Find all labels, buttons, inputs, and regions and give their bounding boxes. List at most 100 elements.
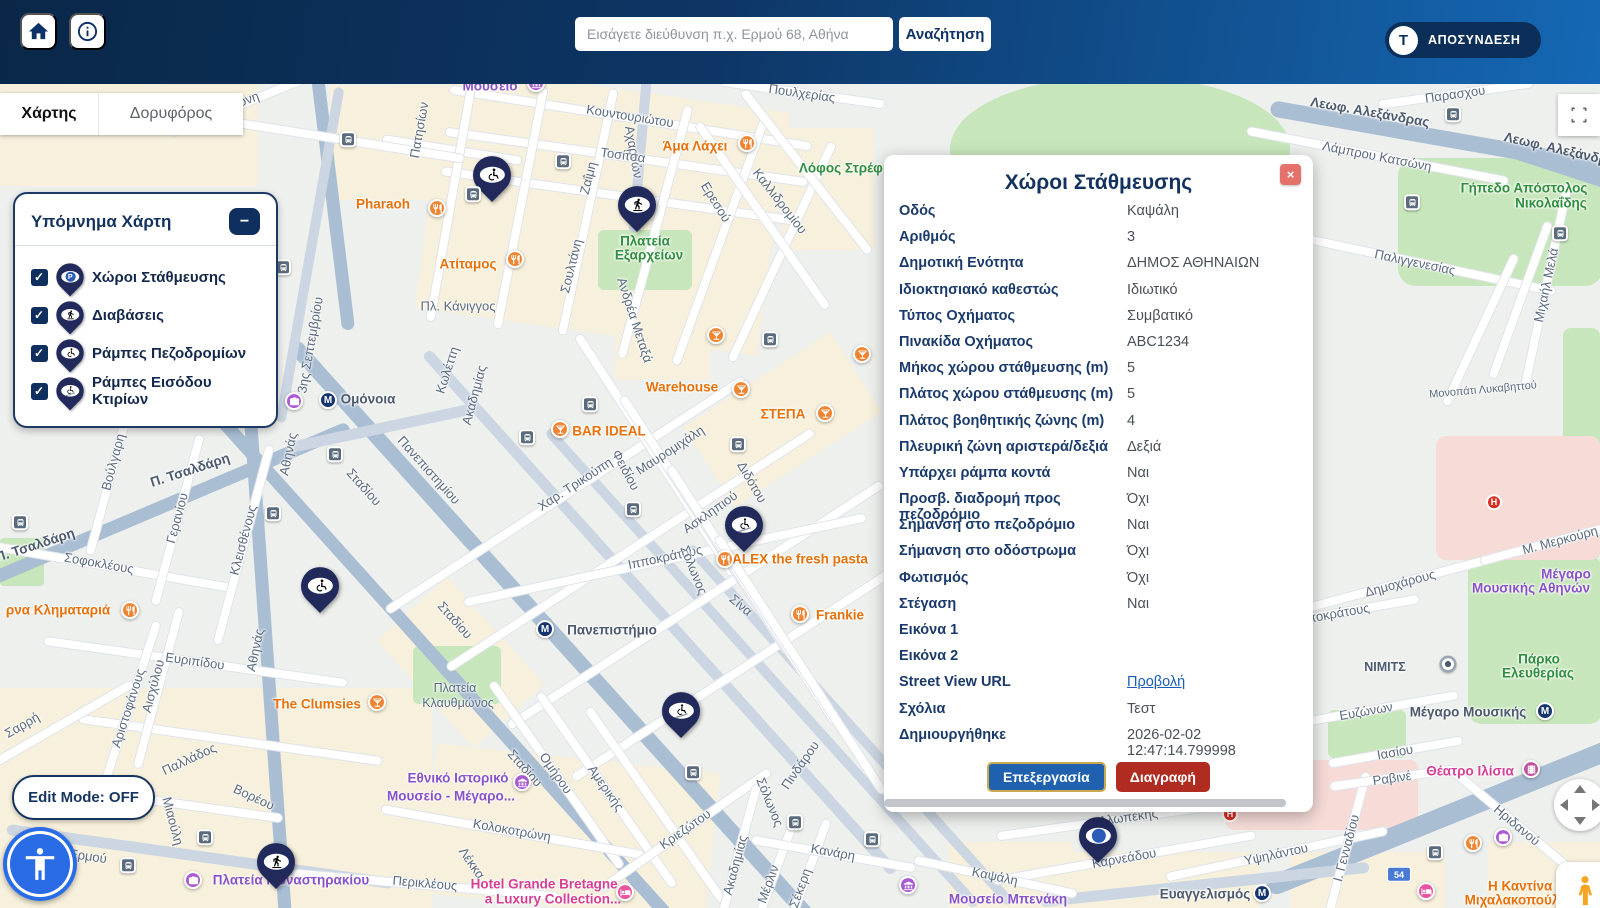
field-label: Εικόνα 1: [899, 622, 1127, 638]
map-marker-bus[interactable]: M H: [265, 505, 281, 521]
legend-collapse-button[interactable]: −: [229, 208, 260, 235]
map-marker-restaurant[interactable]: M H: [428, 199, 446, 217]
search-button[interactable]: Αναζήτηση: [899, 17, 991, 51]
map-marker-bus[interactable]: M H: [519, 429, 535, 445]
field-value: Όχι: [1127, 570, 1149, 586]
map-marker-bar[interactable]: M H: [368, 693, 386, 711]
pegman-control[interactable]: [1556, 862, 1600, 908]
map-marker-bar[interactable]: M H: [551, 420, 569, 438]
map-marker-hotel[interactable]: M H: [616, 883, 634, 901]
fullscreen-button[interactable]: [1558, 94, 1600, 136]
pin-face: [263, 853, 290, 871]
map-marker-restaurant[interactable]: M H: [791, 605, 809, 623]
map-label: Μέγαρο: [1541, 567, 1591, 582]
map-marker-bar[interactable]: M H: [707, 326, 725, 344]
map-marker-bramp[interactable]: M H: [662, 692, 700, 730]
map-marker-bus[interactable]: M H: [582, 396, 598, 412]
map-marker-metro[interactable]: M H: [536, 620, 554, 638]
map-marker-bramp[interactable]: M H: [725, 506, 763, 544]
map-marker-parking[interactable]: M H: [1079, 817, 1117, 855]
map-marker-restaurant[interactable]: M H: [1464, 834, 1482, 852]
legend-item-ramp[interactable]: P Ράμπες Πεζοδρομίων: [31, 334, 260, 372]
edit-button[interactable]: Επεξεργασία: [987, 762, 1106, 792]
bus-stop-icon: [465, 186, 481, 202]
delete-button[interactable]: Διαγραφή: [1116, 762, 1210, 792]
restaurant-icon: [791, 605, 809, 623]
map-marker-camera[interactable]: M H: [285, 392, 303, 410]
map-marker-theater[interactable]: M H: [1522, 760, 1540, 778]
map-marker-bus[interactable]: M H: [1552, 225, 1568, 241]
search-input[interactable]: [575, 17, 893, 51]
map-marker-shield[interactable]: M H 54: [1387, 867, 1411, 882]
legend-checkbox[interactable]: [31, 383, 48, 400]
home-icon: [27, 20, 50, 43]
field-label: Υπάρχει ράμπα κοντά: [899, 465, 1127, 481]
map-marker-bus[interactable]: M H: [120, 857, 136, 873]
close-button[interactable]: ×: [1280, 164, 1301, 185]
map-marker-metro[interactable]: M H: [1253, 884, 1271, 902]
accessibility-button[interactable]: [3, 827, 77, 901]
map-marker-restaurant[interactable]: M H: [738, 134, 756, 152]
map-marker-museum[interactable]: M H: [899, 876, 917, 894]
map-marker-restaurant[interactable]: M H: [121, 601, 139, 619]
popup-row: Υπάρχει ράμπα κοντά Ναι: [899, 465, 1298, 491]
field-value[interactable]: Προβολή: [1127, 674, 1185, 690]
map-marker-ramp[interactable]: M H: [301, 567, 339, 605]
map-marker-bus[interactable]: M H: [762, 331, 778, 347]
popup-row: Εικόνα 2: [899, 648, 1298, 674]
map-marker-museum[interactable]: M H: [513, 773, 531, 791]
map-marker-bus[interactable]: M H: [465, 186, 481, 202]
map-marker-bar[interactable]: M H: [732, 380, 750, 398]
field-label: Σχόλια: [899, 701, 1127, 717]
map-marker-bus[interactable]: M H: [555, 153, 571, 169]
map-marker-bus[interactable]: M H: [730, 436, 746, 452]
legend-item-parking[interactable]: P Χώροι Στάθμευσης: [31, 258, 260, 296]
restaurant-icon: [738, 134, 756, 152]
map-marker-crossing[interactable]: M H: [257, 843, 295, 881]
map-marker-bus[interactable]: M H: [12, 514, 28, 530]
map-marker-hotel[interactable]: M H: [1417, 882, 1435, 900]
tab-map[interactable]: Χάρτης: [0, 93, 98, 135]
popup-scrollbar[interactable]: [884, 799, 1286, 807]
map-marker-bus[interactable]: M H: [327, 446, 343, 462]
legend-item-crossing[interactable]: P Διαβάσεις: [31, 296, 260, 334]
wheelchair-ramp-icon: [737, 518, 752, 533]
map-marker-nimits[interactable]: M H: [1440, 656, 1457, 673]
map-marker-bus[interactable]: M H: [1404, 194, 1420, 210]
map-marker-bus[interactable]: M H: [864, 831, 880, 847]
map-marker-bar[interactable]: M H: [853, 345, 871, 363]
field-label: Σήμανση στο πεζοδρόμιο: [899, 517, 1127, 533]
map-marker-camera[interactable]: M H: [1494, 828, 1512, 846]
map-marker-bus[interactable]: M H: [1427, 844, 1443, 860]
pan-control[interactable]: [1554, 779, 1600, 831]
logout-button[interactable]: T ΑΠΟΣΥΝΔΕΣΗ: [1385, 22, 1541, 58]
tab-satellite[interactable]: Δορυφόρος: [98, 93, 243, 135]
map-label: Μουσείο - Μέγαρο...: [387, 789, 515, 804]
map-marker-metro[interactable]: M H: [319, 391, 337, 409]
legend-item-bramp[interactable]: P Ράμπες Εισόδου Κτιρίων: [31, 372, 260, 410]
restaurant-icon: [1464, 834, 1482, 852]
home-button[interactable]: [20, 13, 57, 50]
map-marker-restaurant[interactable]: M H: [506, 250, 524, 268]
map-marker-bus[interactable]: M H: [197, 829, 213, 845]
legend-checkbox[interactable]: [31, 307, 48, 324]
legend-checkbox[interactable]: [31, 345, 48, 362]
map-marker-bus[interactable]: M H: [625, 501, 641, 517]
bus-stop-icon: [265, 505, 281, 521]
bus-stop-icon: [197, 829, 213, 845]
map-marker-restaurant[interactable]: M H: [716, 550, 734, 568]
edit-mode-button[interactable]: Edit Mode: OFF: [12, 775, 155, 820]
map-marker-bus[interactable]: M H: [787, 814, 803, 830]
info-button[interactable]: [69, 13, 106, 50]
legend-checkbox[interactable]: [31, 269, 48, 286]
map-marker-bus[interactable]: M H: [340, 131, 356, 147]
map-marker-bar[interactable]: M H: [816, 404, 834, 422]
map-marker-crossing[interactable]: M H: [618, 186, 656, 224]
map-marker-bus[interactable]: M H: [685, 764, 701, 780]
restaurant-icon: [428, 199, 446, 217]
map-marker-camera[interactable]: M H: [184, 871, 202, 889]
app: Μάρνη Πατησίων Αχαρνών Κουντουριώτου Τοσ…: [0, 0, 1600, 908]
map-marker-bus[interactable]: M H: [1445, 106, 1461, 122]
map-marker-hospital[interactable]: M H: [1486, 494, 1502, 510]
map-marker-metro[interactable]: M H: [1536, 702, 1554, 720]
